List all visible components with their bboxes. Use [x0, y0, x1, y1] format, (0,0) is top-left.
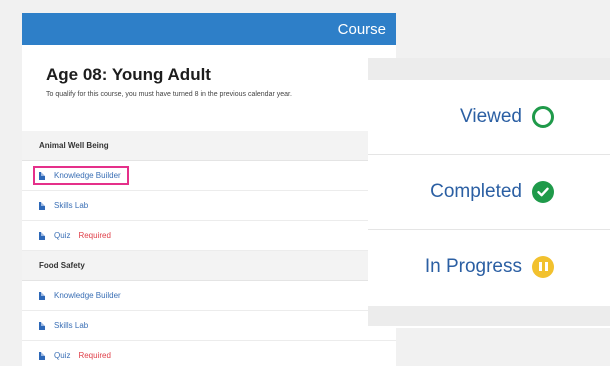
legend-in-progress: In Progress — [368, 229, 610, 303]
document-icon — [39, 171, 45, 180]
document-icon — [39, 201, 45, 210]
item-link[interactable]: Knowledge Builder — [54, 171, 121, 180]
legend-in-progress-label: In Progress — [424, 255, 522, 277]
legend-viewed-label: Viewed — [460, 106, 522, 127]
item-link[interactable]: Skills Lab — [54, 201, 88, 210]
pause-circle-icon — [532, 255, 554, 278]
item-link[interactable]: Knowledge Builder — [54, 291, 121, 300]
required-badge: Required — [78, 351, 111, 360]
section-title: Animal Well Being — [39, 141, 109, 150]
required-badge: Required — [78, 231, 111, 240]
legend-rows: Viewed Completed In Progress — [368, 0, 610, 366]
legend-completed: Completed — [368, 154, 610, 228]
item-inner[interactable]: Knowledge Builder — [39, 291, 121, 300]
section-header: Animal Well Being — [22, 131, 396, 161]
course-content-list: Animal Well Being Knowledge Builder Skil… — [22, 131, 396, 366]
list-item[interactable]: Skills Lab — [22, 311, 396, 341]
item-inner[interactable]: Skills Lab — [39, 321, 88, 330]
legend-viewed: Viewed — [368, 80, 610, 154]
highlighted-item[interactable]: Knowledge Builder — [33, 166, 129, 185]
course-panel: Course Age 08: Young Adult To qualify fo… — [22, 13, 396, 366]
empty-circle-icon — [532, 106, 554, 128]
section-title: Food Safety — [39, 261, 85, 270]
list-item[interactable]: Knowledge Builder — [22, 281, 396, 311]
section-header: Food Safety — [22, 251, 396, 281]
pause-bar-left — [538, 262, 542, 271]
item-link[interactable]: Quiz — [54, 351, 70, 360]
document-icon — [39, 231, 45, 240]
check-circle-icon — [532, 180, 554, 203]
list-item[interactable]: Skills Lab — [22, 191, 396, 221]
checkmark-icon — [537, 187, 549, 196]
item-inner[interactable]: Skills Lab — [39, 201, 88, 210]
item-inner[interactable]: Quiz Required — [39, 231, 111, 240]
course-header: Course — [22, 13, 396, 45]
course-title: Age 08: Young Adult — [46, 65, 211, 84]
item-link[interactable]: Skills Lab — [54, 321, 88, 330]
pause-bar-right — [544, 262, 548, 271]
document-icon — [39, 351, 45, 360]
legend-completed-label: Completed — [430, 180, 522, 202]
list-item[interactable]: Knowledge Builder — [22, 161, 396, 191]
course-description: To qualify for this course, you must hav… — [46, 91, 292, 98]
item-inner[interactable]: Quiz Required — [39, 351, 111, 360]
list-item[interactable]: Quiz Required — [22, 221, 396, 251]
item-link[interactable]: Quiz — [54, 231, 70, 240]
document-icon — [39, 321, 45, 330]
list-item[interactable]: Quiz Required — [22, 341, 396, 366]
document-icon — [39, 291, 45, 300]
